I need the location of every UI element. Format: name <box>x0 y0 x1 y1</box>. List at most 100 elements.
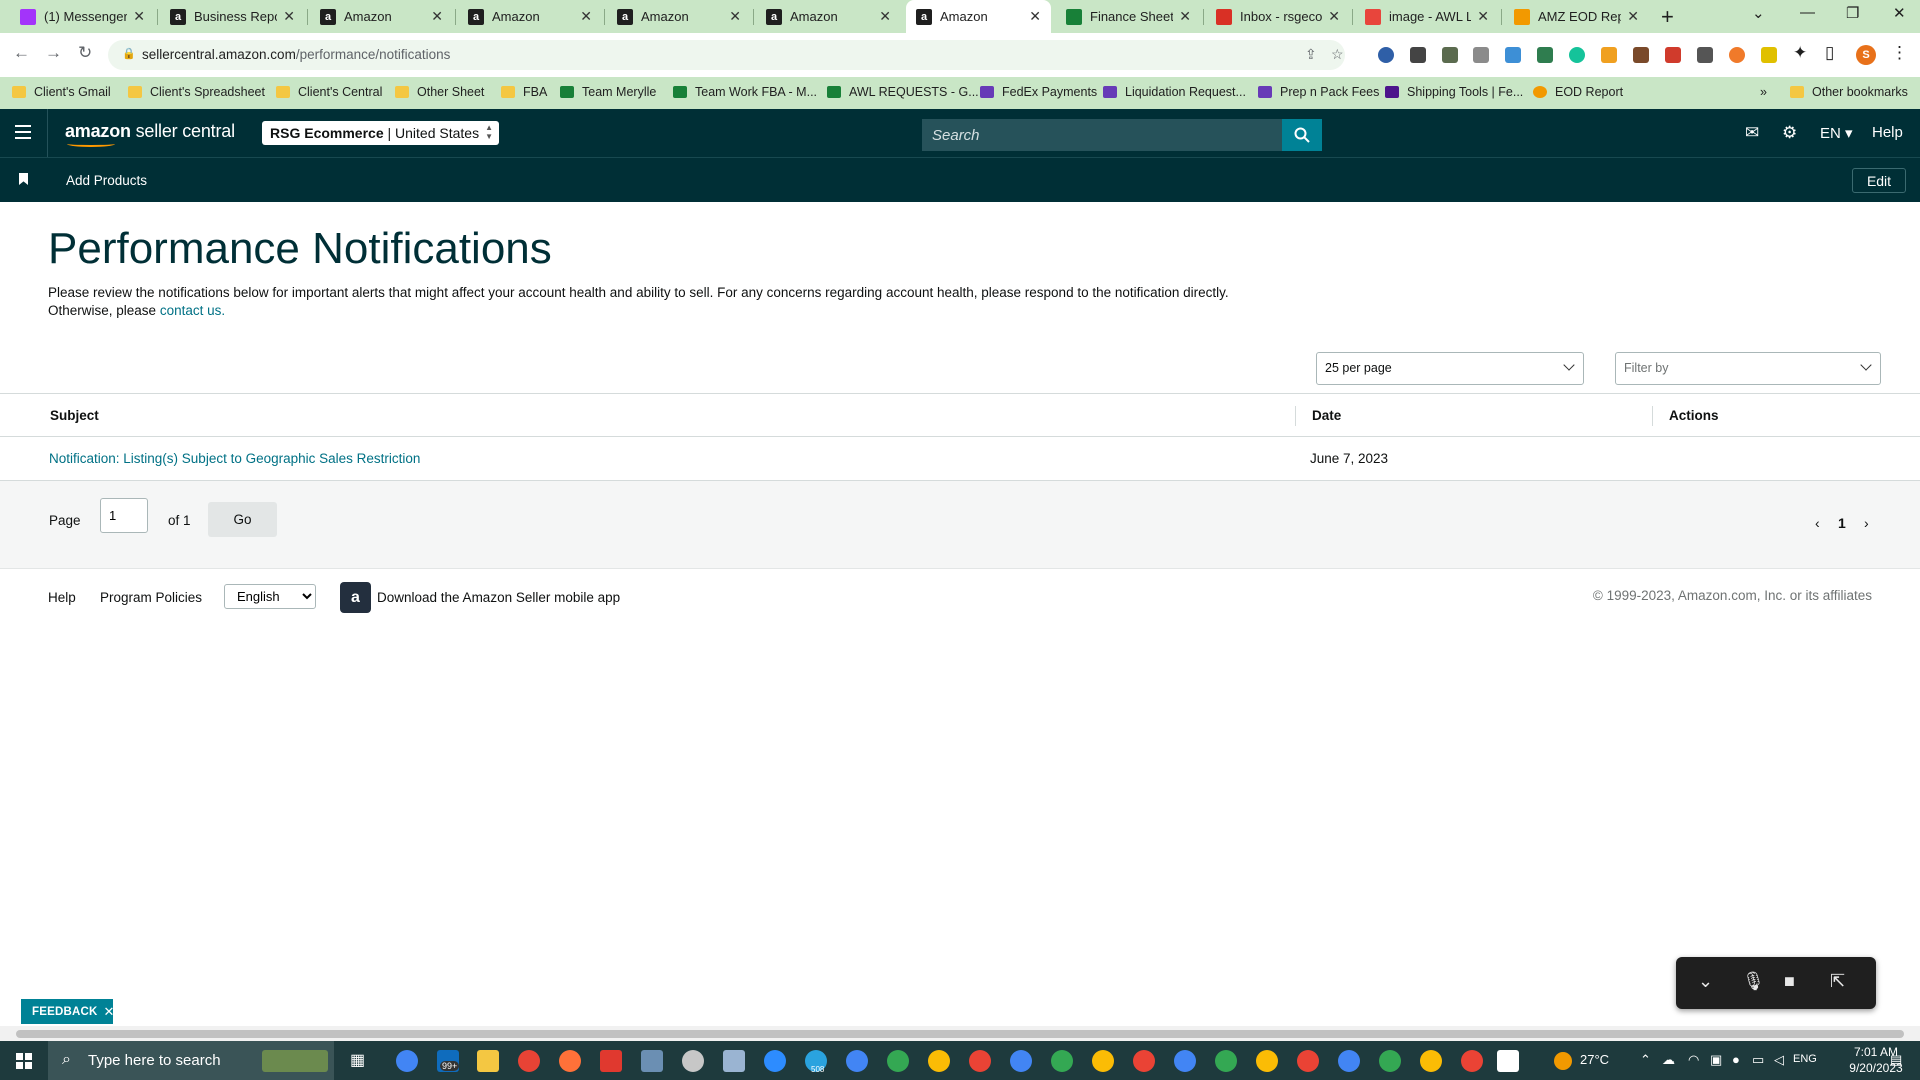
forward-arrow-icon[interactable]: → <box>45 43 62 63</box>
share-screen-icon[interactable]: ⇱ <box>1830 971 1845 992</box>
tab-1[interactable]: (1) Messenger ✕ <box>10 0 155 33</box>
tab-9[interactable]: Inbox - rsgecom ✕ <box>1206 0 1350 33</box>
browser-menu-icon[interactable]: ⋮ <box>1891 43 1908 63</box>
tab-3[interactable]: a Amazon ✕ <box>310 0 453 33</box>
calculator-icon[interactable] <box>641 1050 663 1072</box>
battery-icon[interactable]: ▭ <box>1752 1052 1764 1068</box>
chrome-profile-icon[interactable] <box>928 1050 950 1072</box>
extension-icon[interactable] <box>1633 47 1649 63</box>
search-button[interactable] <box>1282 119 1322 151</box>
chrome-profile-icon[interactable] <box>846 1050 868 1072</box>
minimize-button[interactable]: — <box>1800 4 1815 21</box>
chrome-profile-icon[interactable] <box>1256 1050 1278 1072</box>
edit-button[interactable]: Edit <box>1852 168 1906 193</box>
bookmark-icon[interactable] <box>19 173 28 185</box>
close-tab-icon[interactable]: ✕ <box>133 8 145 25</box>
bookmark-item[interactable]: Team Work FBA - M... <box>673 85 817 99</box>
program-policies-link[interactable]: Program Policies <box>100 590 202 605</box>
extension-icon[interactable] <box>1505 47 1521 63</box>
side-panel-icon[interactable]: ▯ <box>1825 43 1834 63</box>
input-language-icon[interactable]: ENG <box>1793 1053 1817 1065</box>
bookmark-item[interactable]: EOD Report <box>1533 85 1623 99</box>
bookmark-item[interactable]: FBA <box>501 85 547 99</box>
onedrive-icon[interactable]: ☁ <box>1662 1052 1675 1068</box>
chrome-canary-icon[interactable] <box>518 1050 540 1072</box>
hamburger-menu-icon[interactable] <box>15 125 31 143</box>
remote-app-icon[interactable] <box>1497 1050 1519 1072</box>
notification-subject-link[interactable]: Notification: Listing(s) Subject to Geog… <box>49 451 420 466</box>
bookmark-item[interactable]: AWL REQUESTS - G... <box>827 85 979 99</box>
bookmark-item[interactable]: Liquidation Request... <box>1103 85 1246 99</box>
new-tab-button[interactable]: + <box>1661 4 1674 30</box>
scrollbar-thumb[interactable] <box>16 1030 1904 1038</box>
volume-icon[interactable]: ◁ <box>1774 1052 1784 1068</box>
chrome-profile-icon[interactable] <box>1133 1050 1155 1072</box>
microphone-muted-icon[interactable]: 🎙 <box>1742 971 1765 992</box>
reload-icon[interactable]: ↻ <box>78 43 92 63</box>
zoom-icon[interactable] <box>764 1050 786 1072</box>
close-tab-icon[interactable]: ✕ <box>1627 8 1639 25</box>
footer-language-select[interactable]: English <box>224 584 316 609</box>
tray-chevron-icon[interactable]: ⌃ <box>1640 1052 1651 1068</box>
next-page-icon[interactable]: › <box>1864 515 1869 531</box>
extension-icon[interactable] <box>1473 47 1489 63</box>
chrome-profile-icon[interactable] <box>1420 1050 1442 1072</box>
close-tab-icon[interactable]: ✕ <box>729 8 741 25</box>
wifi-icon[interactable]: ◠ <box>1688 1052 1699 1068</box>
chrome-profile-icon[interactable] <box>1010 1050 1032 1072</box>
bookmark-item[interactable]: Other Sheet <box>395 85 484 99</box>
extension-icon[interactable] <box>1697 47 1713 63</box>
extension-icon[interactable] <box>1378 47 1394 63</box>
profile-avatar[interactable]: S <box>1856 45 1876 65</box>
close-tab-icon[interactable]: ✕ <box>580 8 592 25</box>
bookmark-item[interactable]: Client's Gmail <box>12 85 111 99</box>
extension-icon[interactable] <box>1537 47 1553 63</box>
per-page-select[interactable]: 25 per page <box>1316 352 1584 385</box>
bookmark-item[interactable]: Shipping Tools | Fe... <box>1385 85 1523 99</box>
add-products-link[interactable]: Add Products <box>66 173 147 188</box>
settings-gear-icon[interactable]: ⚙ <box>1782 123 1797 143</box>
close-tab-icon[interactable]: ✕ <box>1029 8 1041 25</box>
omnibox[interactable]: 🔒 sellercentral.amazon.com/performance/n… <box>108 40 1345 70</box>
account-switcher[interactable]: RSG Ecommerce | United States ▲ ▼ <box>262 121 499 145</box>
camera-tray-icon[interactable]: ▣ <box>1710 1052 1722 1068</box>
bookmark-item[interactable]: Client's Central <box>276 85 382 99</box>
chrome-icon[interactable] <box>396 1050 418 1072</box>
chrome-profile-icon[interactable] <box>969 1050 991 1072</box>
grammarly-icon[interactable] <box>1569 47 1585 63</box>
go-button[interactable]: Go <box>208 502 277 537</box>
notification-center-icon[interactable]: ▤ <box>1890 1052 1902 1068</box>
download-app-link[interactable]: Download the Amazon Seller mobile app <box>377 590 620 605</box>
tab-5[interactable]: a Amazon ✕ <box>607 0 751 33</box>
tab-2[interactable]: a Business Reports ✕ <box>160 0 305 33</box>
extension-icon[interactable] <box>1761 47 1777 63</box>
camera-icon[interactable]: ■ <box>1784 971 1795 992</box>
extension-icon[interactable] <box>1442 47 1458 63</box>
weather-icon[interactable] <box>1554 1052 1572 1070</box>
bookmark-item[interactable]: Client's Spreadsheet <box>128 85 265 99</box>
tab-search-icon[interactable]: ⌄ <box>1752 4 1765 22</box>
close-window-button[interactable]: ✕ <box>1893 4 1906 22</box>
microphone-icon[interactable]: ● <box>1732 1052 1740 1067</box>
filter-select[interactable]: Filter by <box>1615 352 1881 385</box>
bookmark-item[interactable]: Team Merylle <box>560 85 656 99</box>
footer-help-link[interactable]: Help <box>48 590 76 605</box>
tab-4[interactable]: a Amazon ✕ <box>458 0 602 33</box>
search-input[interactable] <box>922 119 1282 151</box>
app-icon[interactable] <box>682 1050 704 1072</box>
close-tab-icon[interactable]: ✕ <box>431 8 443 25</box>
close-tab-icon[interactable]: ✕ <box>283 8 295 25</box>
tab-8[interactable]: Finance Sheet - ✕ <box>1056 0 1201 33</box>
extensions-puzzle-icon[interactable]: ✦ <box>1793 43 1807 63</box>
chrome-profile-icon[interactable] <box>1174 1050 1196 1072</box>
bookmark-star-icon[interactable]: ☆ <box>1331 46 1344 63</box>
collapse-chevron-icon[interactable]: ⌄ <box>1698 971 1713 992</box>
extension-icon[interactable] <box>1729 47 1745 63</box>
seller-central-logo[interactable]: amazon seller central <box>65 121 235 147</box>
maximize-button[interactable]: ❐ <box>1846 4 1859 22</box>
chrome-profile-icon[interactable] <box>1297 1050 1319 1072</box>
mail-icon[interactable]: ✉ <box>1745 123 1759 143</box>
chrome-active-icon[interactable] <box>1461 1050 1483 1072</box>
close-tab-icon[interactable]: ✕ <box>1179 8 1191 25</box>
close-tab-icon[interactable]: ✕ <box>1328 8 1340 25</box>
